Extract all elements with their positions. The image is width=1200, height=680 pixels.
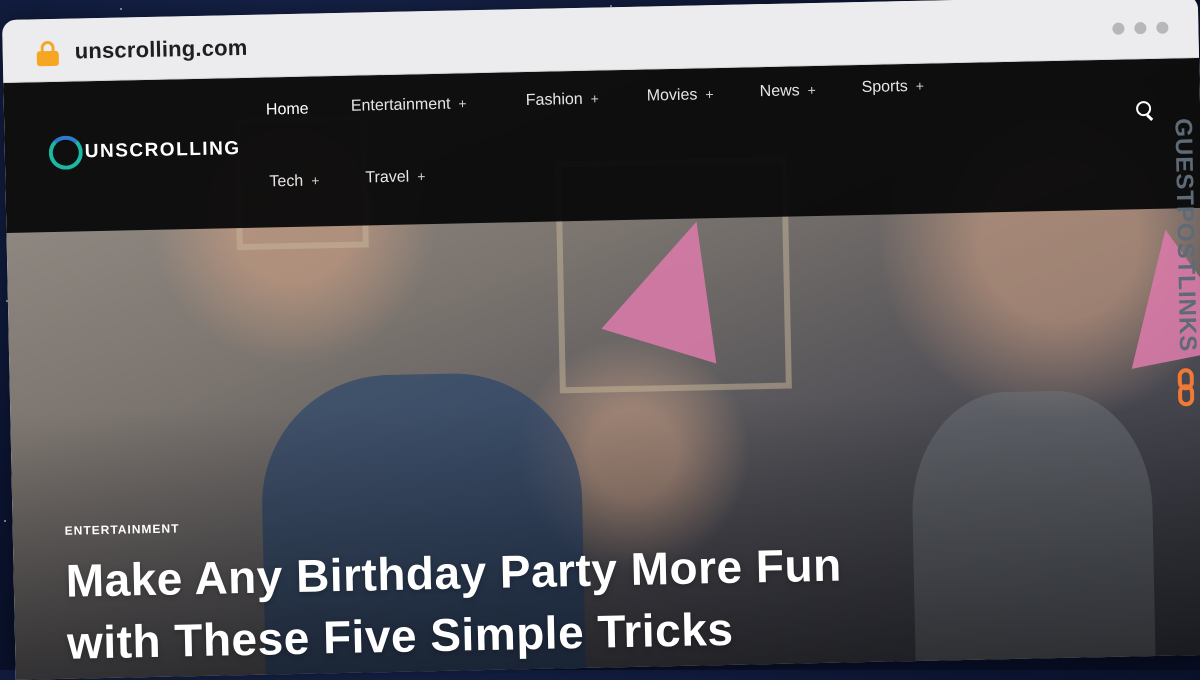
nav-item-movies[interactable]: Movies + bbox=[647, 86, 714, 105]
window-dot-icon[interactable] bbox=[1156, 21, 1169, 34]
browser-window: unscrolling.com UNSCROLLING Home Enterta… bbox=[2, 0, 1200, 680]
plus-icon: + bbox=[417, 168, 426, 185]
nav-item-label: Movies bbox=[646, 86, 698, 105]
nav-item-news[interactable]: News + bbox=[759, 82, 816, 101]
window-dot-icon[interactable] bbox=[1134, 22, 1147, 35]
site-logo[interactable]: UNSCROLLING bbox=[48, 132, 241, 171]
site-header: UNSCROLLING Home Entertainment + Fashion +… bbox=[3, 57, 1200, 233]
nav-item-sports[interactable]: Sports + bbox=[861, 78, 924, 97]
plus-icon: + bbox=[590, 90, 600, 107]
nav-item-entertainment[interactable]: Entertainment + bbox=[351, 95, 467, 115]
nav-item-label: Entertainment bbox=[350, 95, 451, 115]
window-controls bbox=[1112, 21, 1169, 35]
plus-icon: + bbox=[705, 86, 714, 103]
nav-item-label: Tech bbox=[269, 172, 304, 191]
nav-item-travel[interactable]: Travel + bbox=[365, 168, 425, 187]
chain-link-icon bbox=[1176, 368, 1199, 408]
watermark-text: GUESTPOSTLINKS bbox=[1169, 118, 1200, 353]
address-bar-url[interactable]: unscrolling.com bbox=[74, 35, 247, 65]
nav-item-label: Travel bbox=[365, 168, 410, 187]
post-title[interactable]: Make Any Birthday Party More Fun with Th… bbox=[65, 533, 847, 673]
nav-item-home[interactable]: Home bbox=[266, 101, 309, 120]
post-category[interactable]: ENTERTAINMENT bbox=[65, 521, 180, 537]
nav-item-fashion[interactable]: Fashion + bbox=[526, 91, 599, 111]
search-icon[interactable] bbox=[1135, 100, 1156, 121]
main-nav: Home Entertainment + Fashion + Movies + New… bbox=[266, 78, 986, 191]
nav-item-label: News bbox=[759, 82, 800, 101]
plus-icon: + bbox=[807, 81, 817, 99]
nav-item-label: Fashion bbox=[525, 90, 583, 110]
lock-icon bbox=[36, 40, 59, 67]
plus-icon: + bbox=[458, 95, 467, 112]
logo-text: UNSCROLLING bbox=[84, 138, 241, 163]
logo-ring-icon bbox=[48, 135, 84, 171]
plus-icon: + bbox=[915, 77, 925, 94]
watermark: GUESTPOSTLINKS bbox=[1166, 118, 1200, 419]
window-dot-icon[interactable] bbox=[1112, 22, 1125, 35]
nav-item-label: Home bbox=[265, 100, 309, 119]
nav-item-label: Sports bbox=[861, 78, 909, 97]
plus-icon: + bbox=[311, 172, 320, 189]
page-viewport: UNSCROLLING Home Entertainment + Fashion +… bbox=[3, 57, 1200, 680]
nav-item-tech[interactable]: Tech + bbox=[269, 172, 319, 191]
